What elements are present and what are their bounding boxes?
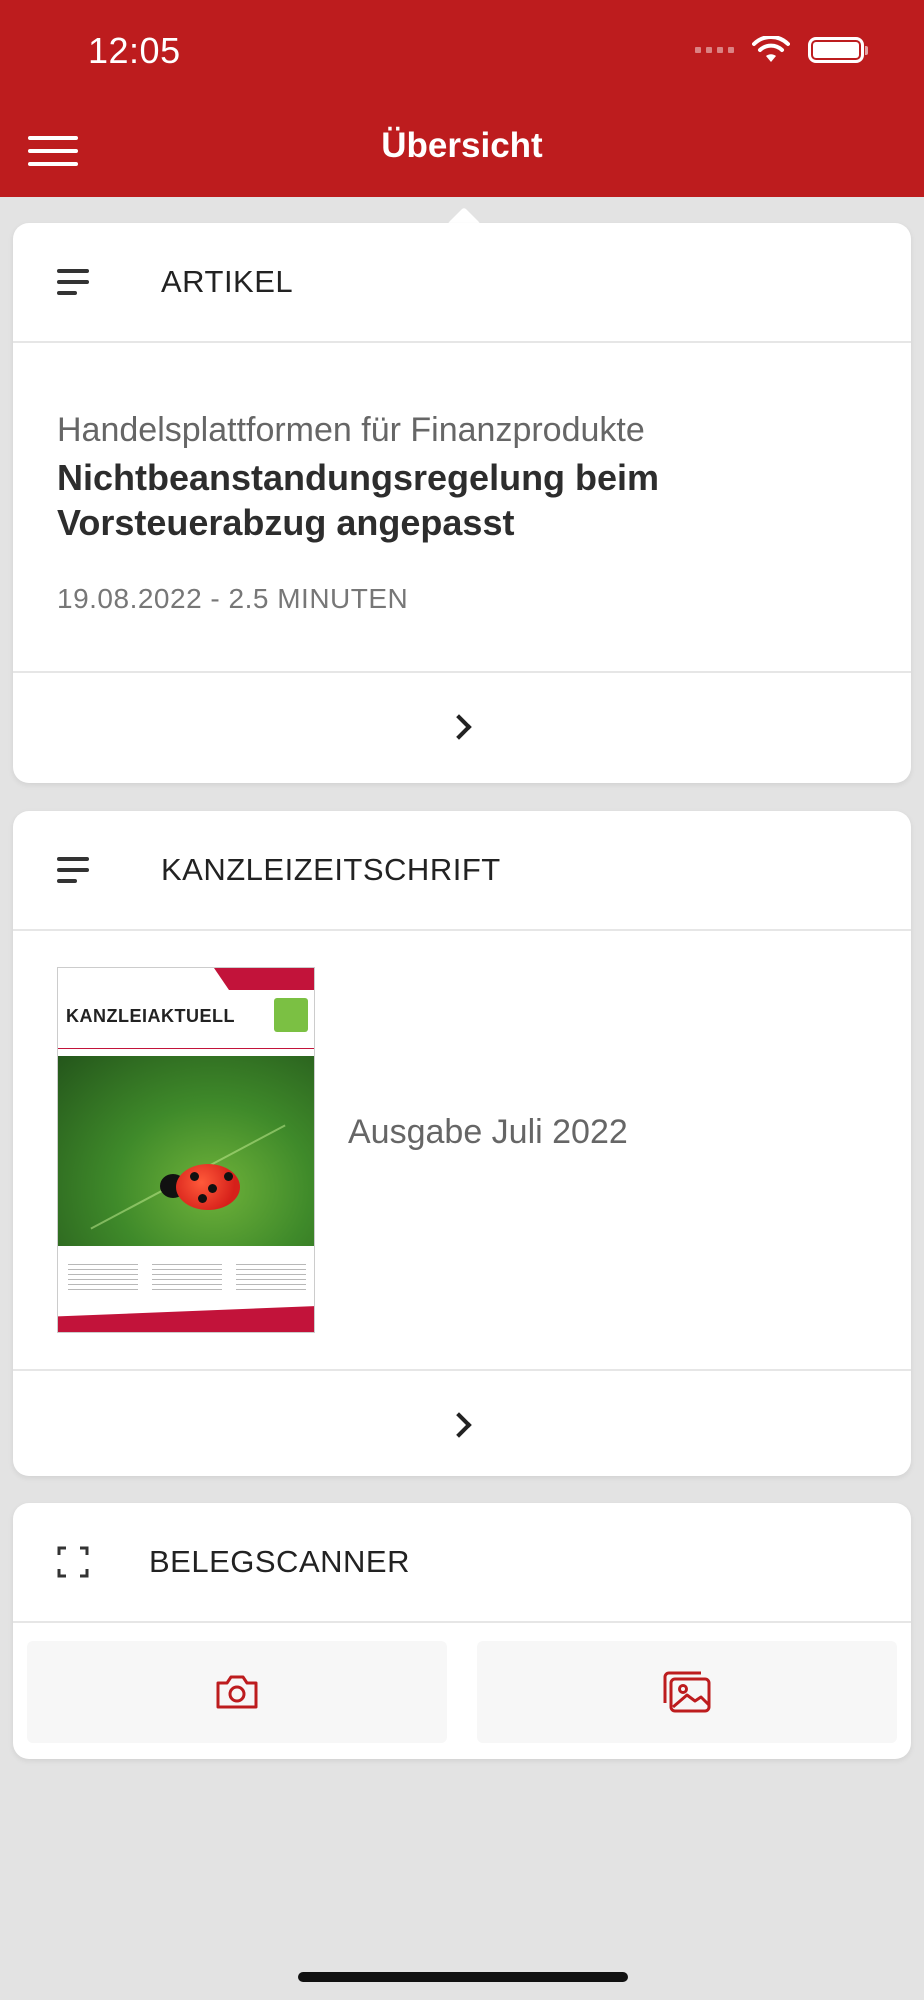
magazine-more-button[interactable] [13,1371,911,1476]
article-teaser[interactable]: Handelsplattformen für Finanzprodukte Ni… [13,343,911,673]
cover-logo: KANZLEIAKTUELL [66,1006,235,1026]
article-card: ARTIKEL Handelsplattformen für Finanzpro… [13,223,911,783]
article-card-header: ARTIKEL [13,223,911,343]
magazine-card-title: KANZLEIZEITSCHRIFT [161,852,501,887]
top-bar: 12:05 Übersicht [0,0,924,197]
gallery-icon [663,1671,711,1713]
article-kicker: Handelsplattformen für Finanzprodukte [57,411,645,449]
article-more-button[interactable] [13,673,911,781]
camera-button[interactable] [27,1641,447,1743]
article-headline: Nichtbeanstandungsregelung beim Vorsteue… [57,457,660,543]
scanner-card-title: BELEGSCANNER [149,1544,410,1579]
camera-icon [216,1675,258,1709]
chevron-right-icon [446,714,472,740]
chevron-right-icon [446,1412,472,1438]
article-meta: 19.08.2022 - 2.5 MINUTEN [57,583,409,614]
scan-frame-icon [57,1546,89,1578]
battery-icon [808,37,868,63]
wifi-icon [752,36,790,62]
scanner-actions [13,1623,911,1759]
magazine-card-header: KANZLEIZEITSCHRIFT [13,811,911,931]
list-icon [57,857,101,883]
cellular-signal-icon [695,47,734,53]
status-time: 12:05 [88,30,181,71]
scanner-card: BELEGSCANNER [13,1503,911,1759]
magazine-card: KANZLEIZEITSCHRIFT KANZLEIAKTUELL Ausgab… [13,811,911,1476]
issue-label: Ausgabe Juli 2022 [348,1113,628,1151]
magazine-issue[interactable]: KANZLEIAKTUELL Ausgabe Juli 2022 [13,931,911,1371]
article-card-title: ARTIKEL [161,264,294,299]
gallery-button[interactable] [477,1641,897,1743]
page-title: Übersicht [381,126,543,165]
scanner-card-header: BELEGSCANNER [13,1503,911,1623]
status-indicators [695,36,868,64]
magazine-cover-image: KANZLEIAKTUELL [57,967,315,1333]
list-icon [57,269,101,295]
home-indicator[interactable] [298,1972,628,1982]
